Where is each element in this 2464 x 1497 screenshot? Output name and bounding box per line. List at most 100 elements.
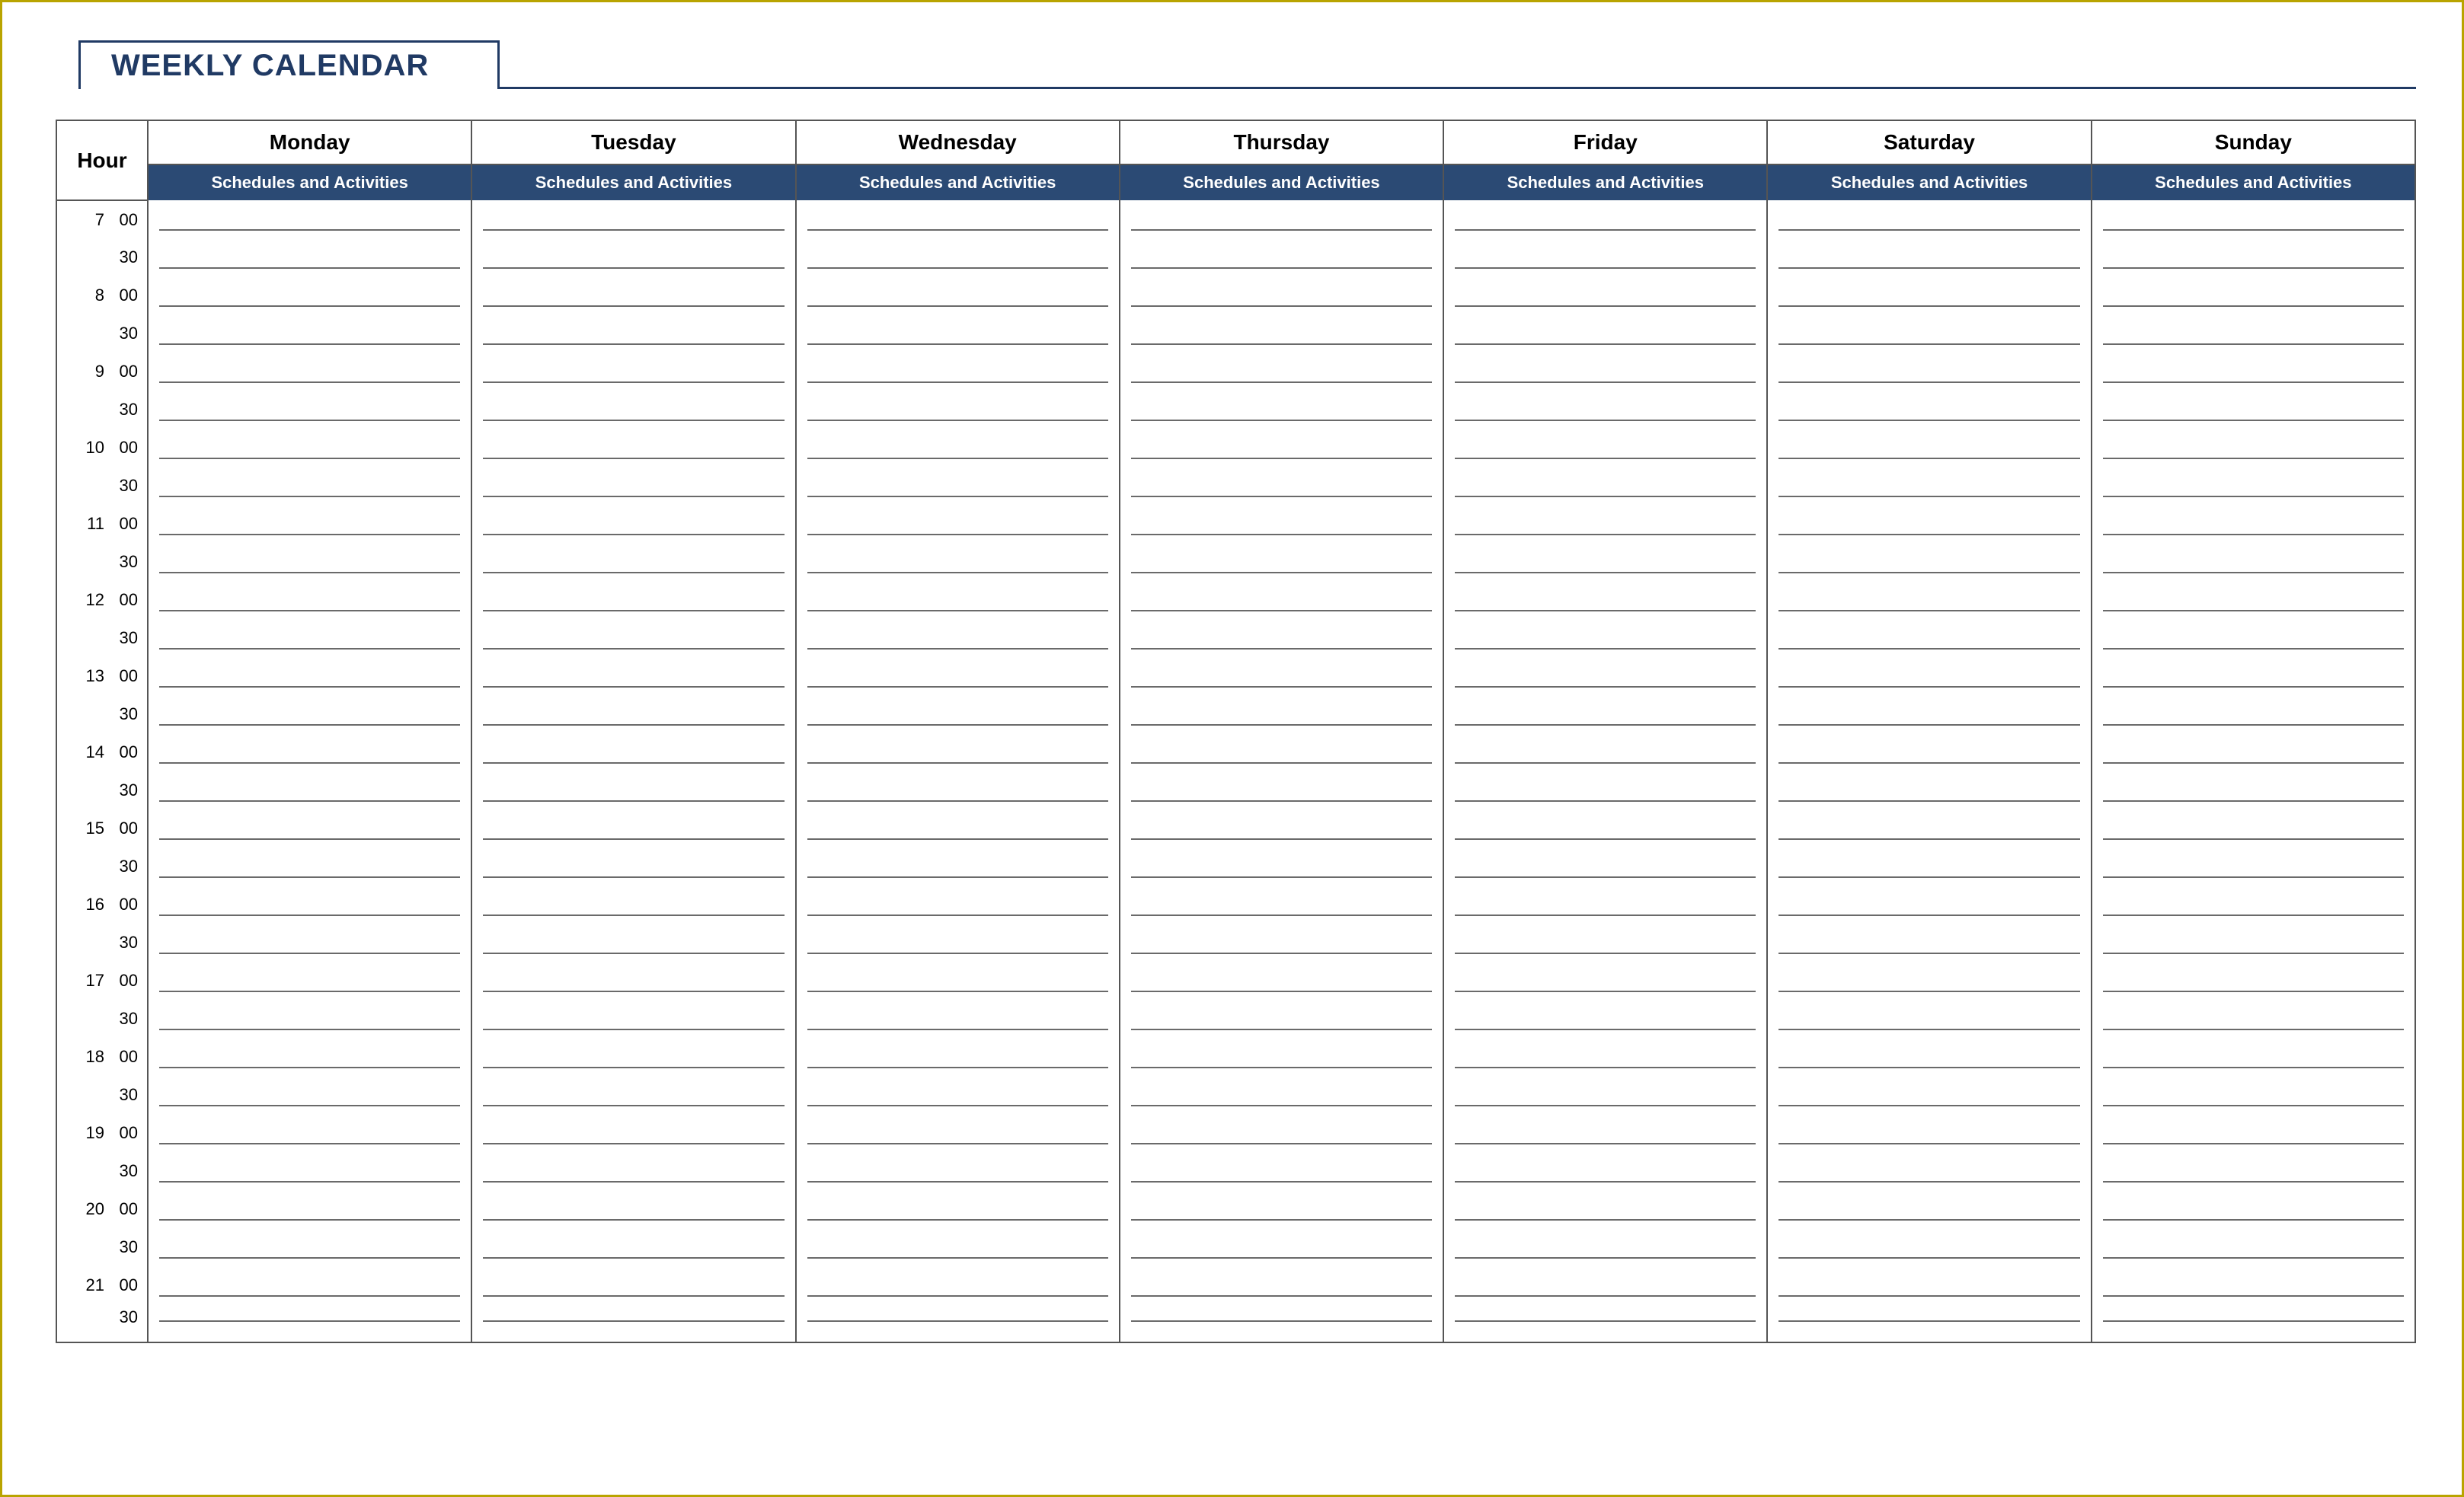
slot-cell[interactable]	[1443, 505, 1767, 543]
slot-cell[interactable]	[471, 200, 795, 238]
slot-cell[interactable]	[1767, 1152, 2091, 1190]
slot-cell[interactable]	[796, 771, 1120, 809]
slot-cell[interactable]	[1443, 1038, 1767, 1076]
slot-cell[interactable]	[796, 847, 1120, 886]
slot-cell[interactable]	[796, 391, 1120, 429]
slot-cell[interactable]	[796, 1076, 1120, 1114]
slot-cell[interactable]	[148, 847, 471, 886]
slot-cell[interactable]	[1443, 238, 1767, 276]
slot-cell[interactable]	[471, 581, 795, 619]
slot-cell[interactable]	[1120, 695, 1443, 733]
slot-cell[interactable]	[471, 962, 795, 1000]
slot-cell[interactable]	[1120, 1038, 1443, 1076]
slot-cell[interactable]	[1443, 543, 1767, 581]
slot-cell[interactable]	[148, 962, 471, 1000]
slot-cell[interactable]	[796, 1114, 1120, 1152]
slot-cell[interactable]	[1443, 657, 1767, 695]
slot-cell[interactable]	[796, 924, 1120, 962]
slot-cell[interactable]	[471, 886, 795, 924]
slot-cell[interactable]	[471, 505, 795, 543]
slot-cell[interactable]	[2092, 467, 2415, 505]
slot-cell[interactable]	[796, 1000, 1120, 1038]
slot-cell[interactable]	[2092, 391, 2415, 429]
slot-cell[interactable]	[1767, 695, 2091, 733]
slot-cell[interactable]	[148, 809, 471, 847]
slot-cell[interactable]	[796, 1152, 1120, 1190]
slot-cell[interactable]	[796, 695, 1120, 733]
slot-cell[interactable]	[1120, 733, 1443, 771]
slot-cell[interactable]	[1120, 809, 1443, 847]
slot-cell[interactable]	[1443, 200, 1767, 238]
slot-cell[interactable]	[148, 1266, 471, 1304]
slot-cell[interactable]	[1767, 924, 2091, 962]
slot-cell[interactable]	[148, 695, 471, 733]
slot-cell[interactable]	[796, 1038, 1120, 1076]
slot-cell[interactable]	[148, 276, 471, 314]
slot-cell[interactable]	[471, 1304, 795, 1342]
slot-cell[interactable]	[471, 695, 795, 733]
slot-cell[interactable]	[148, 238, 471, 276]
slot-cell[interactable]	[1120, 1266, 1443, 1304]
slot-cell[interactable]	[2092, 962, 2415, 1000]
slot-cell[interactable]	[1443, 809, 1767, 847]
slot-cell[interactable]	[1767, 1228, 2091, 1266]
slot-cell[interactable]	[796, 467, 1120, 505]
slot-cell[interactable]	[2092, 505, 2415, 543]
slot-cell[interactable]	[2092, 353, 2415, 391]
slot-cell[interactable]	[148, 657, 471, 695]
slot-cell[interactable]	[1767, 962, 2091, 1000]
slot-cell[interactable]	[796, 886, 1120, 924]
slot-cell[interactable]	[148, 1152, 471, 1190]
slot-cell[interactable]	[1767, 771, 2091, 809]
slot-cell[interactable]	[1767, 886, 2091, 924]
slot-cell[interactable]	[1443, 429, 1767, 467]
slot-cell[interactable]	[796, 429, 1120, 467]
slot-cell[interactable]	[1443, 1266, 1767, 1304]
slot-cell[interactable]	[1443, 962, 1767, 1000]
slot-cell[interactable]	[1443, 886, 1767, 924]
slot-cell[interactable]	[471, 467, 795, 505]
slot-cell[interactable]	[1120, 962, 1443, 1000]
slot-cell[interactable]	[1767, 276, 2091, 314]
slot-cell[interactable]	[1120, 391, 1443, 429]
slot-cell[interactable]	[1767, 809, 2091, 847]
slot-cell[interactable]	[2092, 924, 2415, 962]
slot-cell[interactable]	[148, 771, 471, 809]
slot-cell[interactable]	[796, 276, 1120, 314]
slot-cell[interactable]	[796, 1304, 1120, 1342]
slot-cell[interactable]	[471, 1152, 795, 1190]
slot-cell[interactable]	[148, 886, 471, 924]
slot-cell[interactable]	[1443, 1000, 1767, 1038]
slot-cell[interactable]	[1120, 581, 1443, 619]
slot-cell[interactable]	[2092, 1076, 2415, 1114]
slot-cell[interactable]	[796, 1266, 1120, 1304]
slot-cell[interactable]	[1443, 619, 1767, 657]
slot-cell[interactable]	[1767, 429, 2091, 467]
slot-cell[interactable]	[1120, 1000, 1443, 1038]
slot-cell[interactable]	[148, 200, 471, 238]
slot-cell[interactable]	[1767, 1038, 2091, 1076]
slot-cell[interactable]	[2092, 238, 2415, 276]
slot-cell[interactable]	[471, 924, 795, 962]
slot-cell[interactable]	[796, 581, 1120, 619]
slot-cell[interactable]	[148, 1114, 471, 1152]
slot-cell[interactable]	[796, 200, 1120, 238]
slot-cell[interactable]	[148, 543, 471, 581]
slot-cell[interactable]	[1443, 1228, 1767, 1266]
slot-cell[interactable]	[1443, 1190, 1767, 1228]
slot-cell[interactable]	[2092, 429, 2415, 467]
slot-cell[interactable]	[471, 391, 795, 429]
slot-cell[interactable]	[796, 962, 1120, 1000]
slot-cell[interactable]	[1120, 314, 1443, 353]
slot-cell[interactable]	[1767, 581, 2091, 619]
slot-cell[interactable]	[2092, 847, 2415, 886]
slot-cell[interactable]	[2092, 581, 2415, 619]
slot-cell[interactable]	[2092, 1228, 2415, 1266]
slot-cell[interactable]	[2092, 733, 2415, 771]
slot-cell[interactable]	[148, 733, 471, 771]
slot-cell[interactable]	[148, 391, 471, 429]
slot-cell[interactable]	[1767, 391, 2091, 429]
slot-cell[interactable]	[1443, 1076, 1767, 1114]
slot-cell[interactable]	[1767, 1000, 2091, 1038]
slot-cell[interactable]	[148, 429, 471, 467]
